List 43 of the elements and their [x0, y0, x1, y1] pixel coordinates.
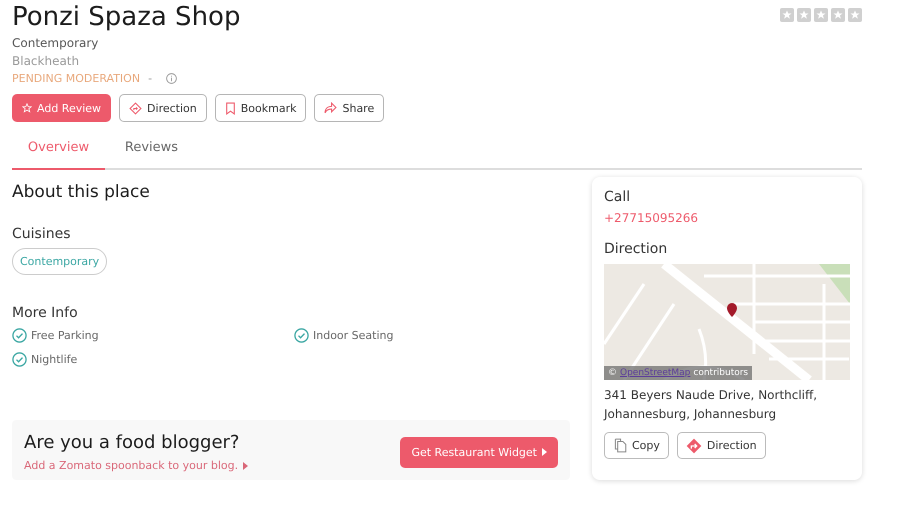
separator-text: -: [148, 72, 152, 85]
copyright-symbol: ©: [608, 368, 617, 378]
status-text: PENDING MODERATION: [12, 72, 140, 85]
attribution-text: contributors: [693, 368, 748, 378]
direction-button[interactable]: Direction: [676, 432, 766, 459]
widget-button[interactable]: Get Restaurant Widget: [400, 436, 558, 468]
direction-button[interactable]: Direction: [119, 94, 207, 122]
openstreetmap-link[interactable]: OpenStreetMap: [620, 368, 690, 378]
share-icon: [324, 102, 338, 114]
section-heading: About this place: [12, 182, 151, 202]
check-icon: [294, 328, 309, 343]
direction-icon: [129, 102, 142, 114]
star-rating[interactable]: [780, 8, 862, 22]
feature-text: Nightlife: [31, 353, 78, 366]
share-button[interactable]: Share: [314, 94, 384, 122]
copy-button[interactable]: Copy: [604, 432, 669, 459]
restaurant-title: Ponzi Spaza Shop: [12, 2, 240, 32]
cuisines-heading: Cuisines: [12, 226, 72, 242]
banner-heading: Are you a food blogger?: [24, 432, 240, 453]
info-icon[interactable]: [166, 73, 178, 84]
direction-heading: Direction: [604, 241, 668, 257]
check-icon: [12, 328, 27, 343]
feature-text: Indoor Seating: [313, 329, 394, 342]
direction-icon: [686, 438, 702, 454]
call-heading: Call: [604, 189, 632, 205]
locality-text: Blackheath: [12, 54, 80, 68]
star-icon: [22, 103, 32, 113]
copy-icon: [613, 438, 627, 453]
tab[interactable]: Reviews: [105, 130, 198, 170]
feature-text: Free Parking: [31, 329, 99, 342]
address-text: 341 Beyers Naude Drive, Northcliff, Johannesburg, Johannesburg: [604, 387, 818, 423]
cuisine-text: Contemporary: [12, 36, 100, 50]
cuisine-tag[interactable]: Contemporary: [12, 248, 108, 275]
caret-icon: [243, 462, 248, 470]
tab[interactable]: Overview: [12, 130, 105, 170]
caret-icon: [542, 448, 547, 456]
bookmark-icon: [224, 102, 236, 114]
blog-link[interactable]: Add a Zomato spoonback to your blog.: [24, 459, 238, 472]
more-info-heading: More Info: [12, 305, 79, 321]
phone-link[interactable]: +27715095266: [604, 211, 850, 225]
review-button[interactable]: Add Review: [12, 94, 112, 122]
check-icon: [12, 352, 27, 367]
bookmark-button[interactable]: Bookmark: [214, 94, 306, 122]
